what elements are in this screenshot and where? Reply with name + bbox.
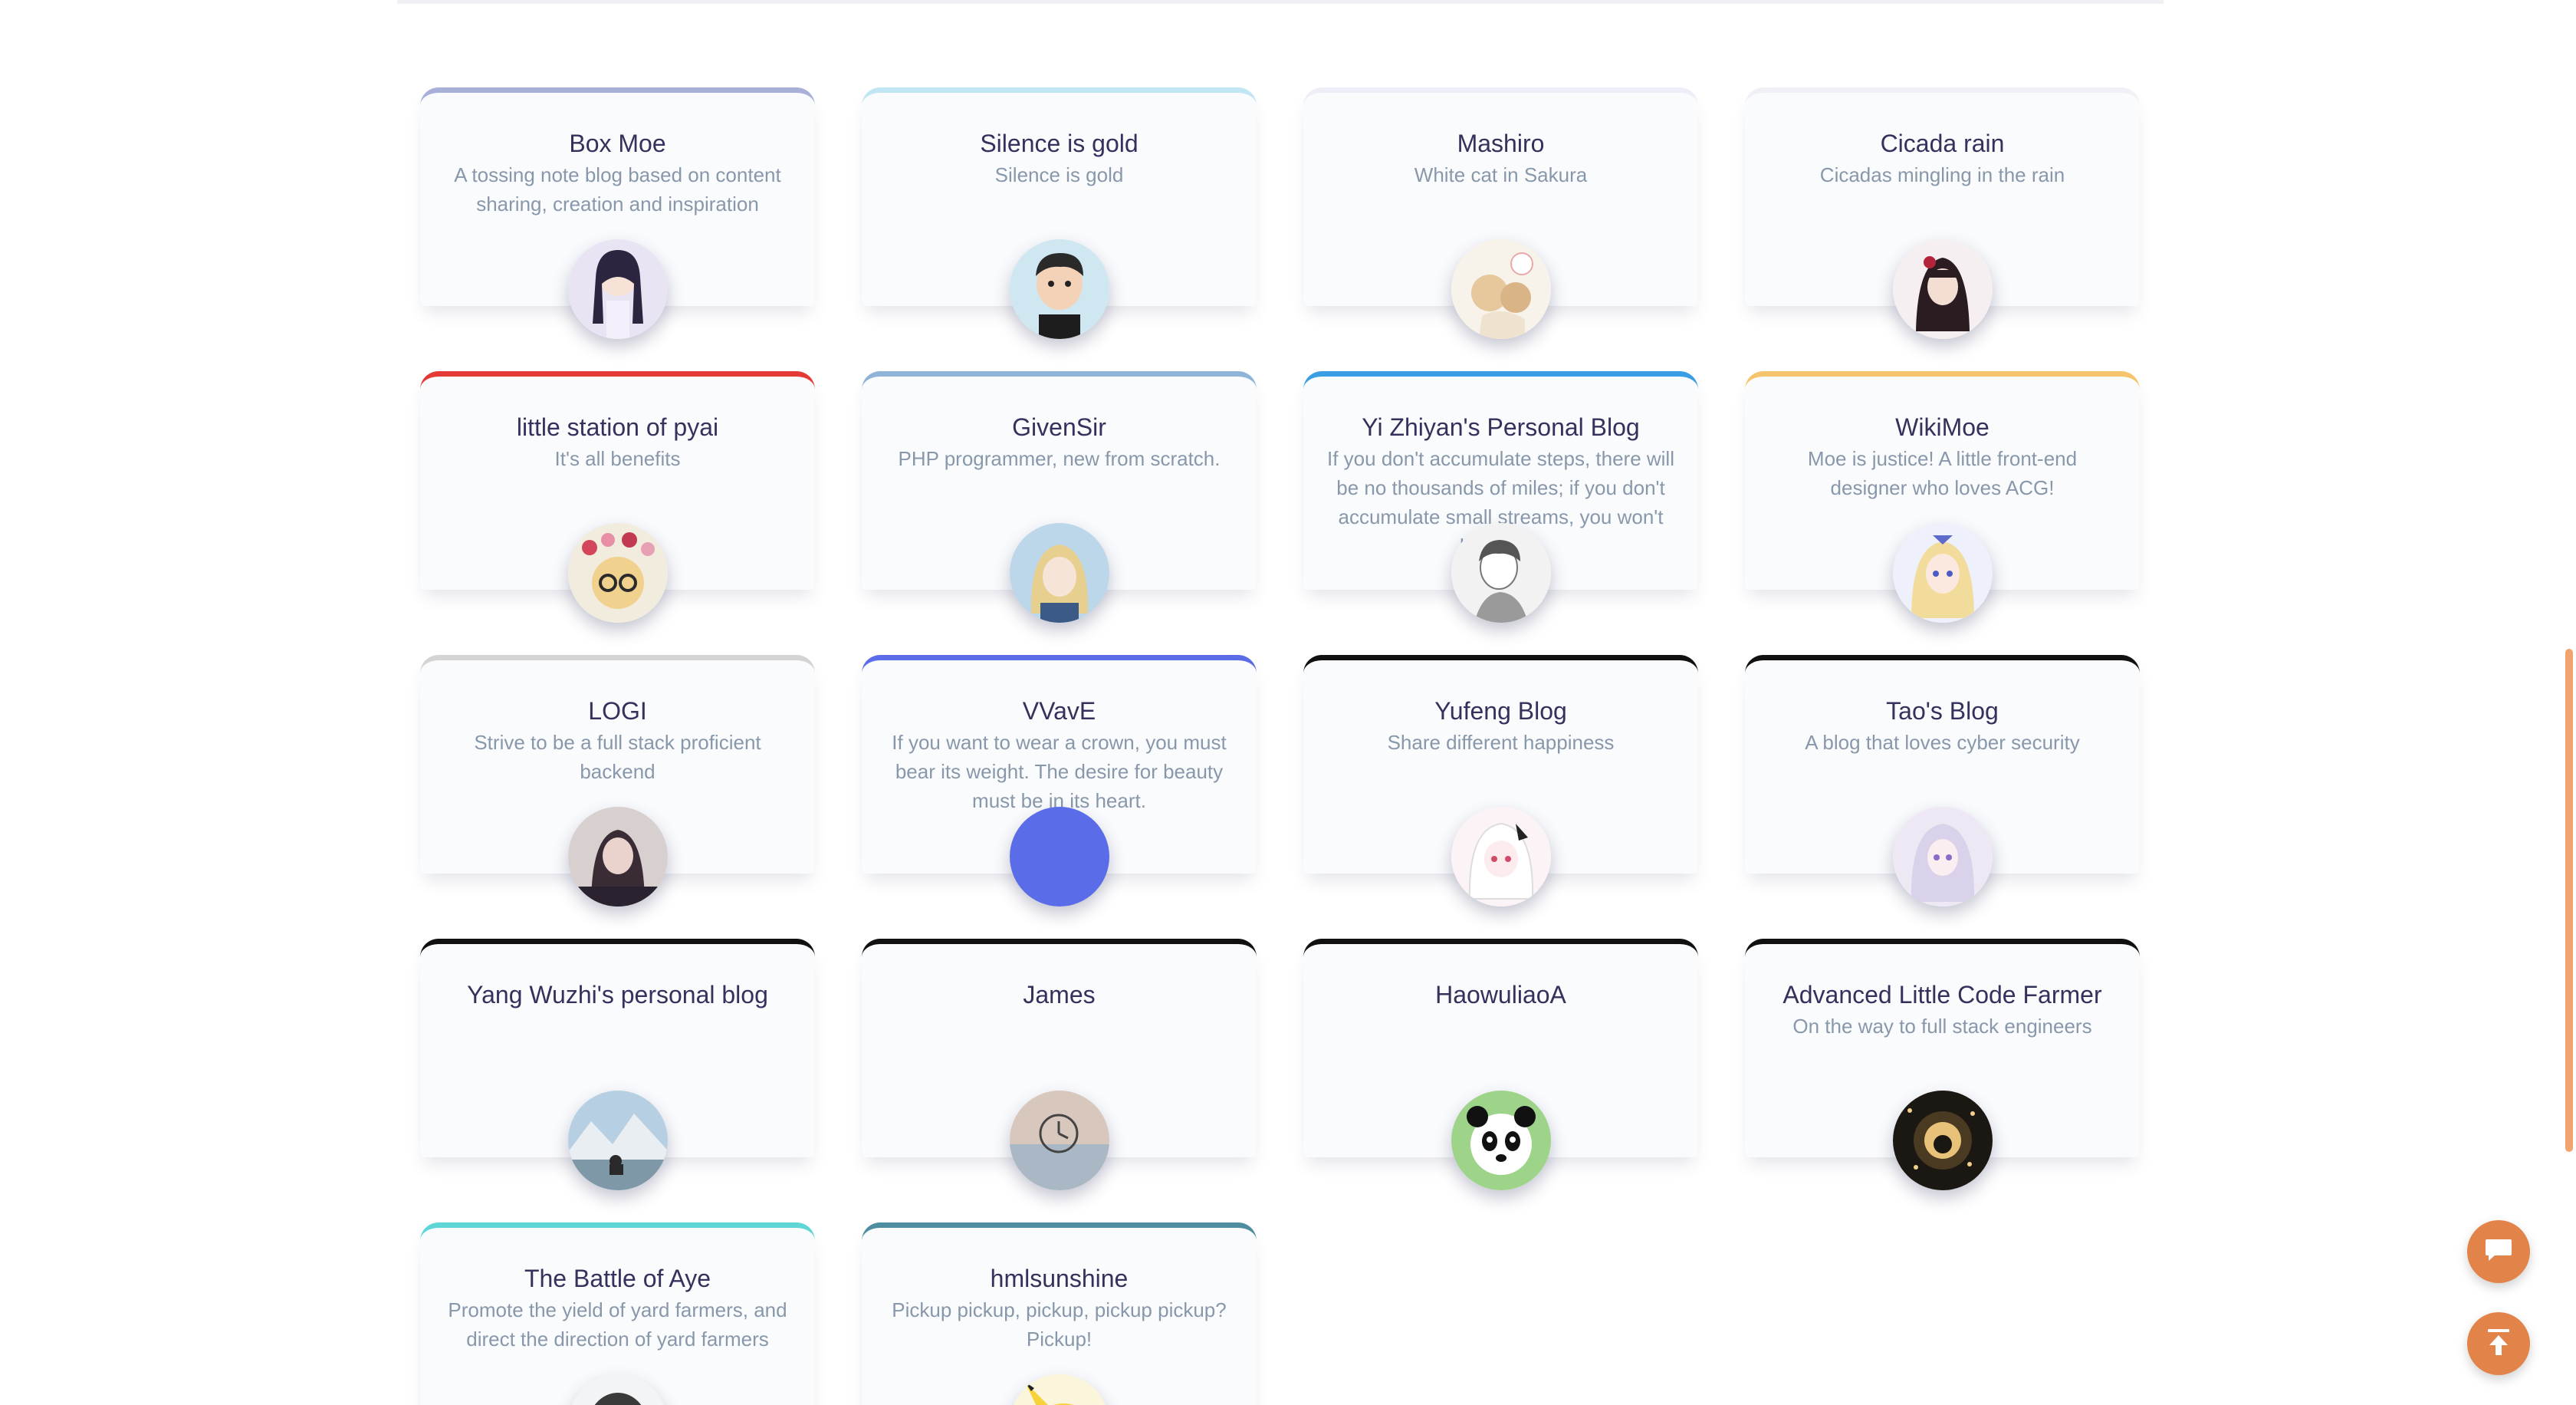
link-card-description: A blog that loves cyber security (1805, 731, 2080, 754)
link-card-yufeng-blog[interactable]: Yufeng Blog Share different happiness (1303, 655, 1698, 907)
links-page: Box Moe A tossing note blog based on cont… (0, 0, 2576, 1405)
link-card-description: Strive to be a full stack proficient bac… (474, 731, 761, 783)
link-card-yang-wuzhi-s-personal-blog[interactable]: Yang Wuzhi's personal blog (420, 939, 815, 1190)
link-card-little-station-of-pyai[interactable]: little station of pyai It's all benefits (420, 371, 815, 623)
link-card-title[interactable]: Mashiro (1303, 128, 1698, 159)
link-card-description: Cicadas mingling in the rain (1819, 163, 2065, 186)
link-card-yi-zhiyan-s-personal-blog[interactable]: Yi Zhiyan's Personal Blog If you don't ac… (1303, 371, 1698, 623)
link-card-description: Share different happiness (1387, 731, 1615, 754)
link-card-logi[interactable]: LOGI Strive to be a full stack proficient… (420, 655, 815, 907)
chat-button[interactable] (2467, 1220, 2530, 1283)
link-card-description: If you want to wear a crown, you must be… (892, 731, 1227, 812)
link-card-description: Silence is gold (994, 163, 1124, 186)
link-card-title[interactable]: Yang Wuzhi's personal blog (420, 979, 815, 1010)
link-card-title[interactable]: VVavE (862, 696, 1257, 726)
link-card-title[interactable]: Yufeng Blog (1303, 696, 1698, 726)
anime-silver-girl-avatar[interactable] (1892, 807, 1993, 907)
scrollbar[interactable] (2562, 0, 2576, 1405)
link-card-vvave[interactable]: VVavE If you want to wear a crown, you mu… (862, 655, 1257, 907)
panda-avatar[interactable] (1451, 1091, 1551, 1190)
back-to-top-button[interactable] (2467, 1312, 2530, 1375)
link-card-title[interactable]: GivenSir (862, 412, 1257, 443)
link-card-tao-s-blog[interactable]: Tao's Blog A blog that loves cyber securi… (1745, 655, 2140, 907)
link-card-title[interactable]: Silence is gold (862, 128, 1257, 159)
link-card-title[interactable]: Yi Zhiyan's Personal Blog (1303, 412, 1698, 443)
link-card-description: PHP programmer, new from scratch. (898, 447, 1221, 470)
link-card-title[interactable]: Tao's Blog (1745, 696, 2140, 726)
link-card-haowuliaoa[interactable]: HaowuliaoA (1303, 939, 1698, 1190)
anime-blonde-avatar[interactable] (1009, 523, 1109, 623)
link-card-title[interactable]: little station of pyai (420, 412, 815, 443)
cartoon-boy-avatar[interactable] (1009, 239, 1109, 339)
link-card-description: Moe is justice! A little front-end desig… (1807, 447, 2078, 499)
link-card-title[interactable]: HaowuliaoA (1303, 979, 1698, 1010)
link-card-title[interactable]: James (862, 979, 1257, 1010)
link-card-title[interactable]: Cicada rain (1745, 128, 2140, 159)
link-card-title[interactable]: Advanced Little Code Farmer (1745, 979, 2140, 1010)
anime-white-hair-avatar[interactable] (1451, 807, 1551, 907)
link-card-mashiro[interactable]: Mashiro White cat in Sakura (1303, 87, 1698, 339)
link-card-cicada-rain[interactable]: Cicada rain Cicadas mingling in the rain (1745, 87, 2140, 339)
link-card-the-battle-of-aye[interactable]: The Battle of Aye Promote the yield of ya… (420, 1222, 815, 1405)
link-card-wikimoe[interactable]: WikiMoe Moe is justice! A little front-en… (1745, 371, 2140, 623)
link-card-title[interactable]: The Battle of Aye (420, 1263, 815, 1294)
header-divider (397, 0, 2164, 4)
mountain-photo-avatar[interactable] (567, 1091, 668, 1190)
back-to-top-icon (2485, 1327, 2512, 1361)
penguin-avatar[interactable] (567, 1374, 668, 1405)
anime-girl-dark-avatar[interactable] (1892, 239, 1993, 339)
link-card-silence-is-gold[interactable]: Silence is gold Silence is gold (862, 87, 1257, 339)
sketch-boy-avatar[interactable] (1451, 523, 1551, 623)
link-card-description: It's all benefits (554, 447, 681, 470)
link-card-title[interactable]: Box Moe (420, 128, 815, 159)
link-card-givensir[interactable]: GivenSir PHP programmer, new from scratch… (862, 371, 1257, 623)
link-card-title[interactable]: WikiMoe (1745, 412, 2140, 443)
flower-dog-avatar[interactable] (567, 523, 668, 623)
link-card-title[interactable]: hmlsunshine (862, 1263, 1257, 1294)
blue-circle-avatar[interactable] (1009, 807, 1109, 907)
link-card-description: Pickup pickup, pickup, pickup pickup? Pi… (892, 1298, 1227, 1351)
watch-tattoo-avatar[interactable] (1009, 1091, 1109, 1190)
link-card-description: A tossing note blog based on content sha… (454, 163, 781, 216)
anime-cats-avatar[interactable] (1451, 239, 1551, 339)
link-card-description: White cat in Sakura (1414, 163, 1588, 186)
scrollbar-thumb[interactable] (2565, 649, 2573, 1152)
link-card-description: Promote the yield of yard farmers, and d… (448, 1298, 787, 1351)
link-card-description: On the way to full stack engineers (1792, 1015, 2092, 1038)
link-card-james[interactable]: James (862, 939, 1257, 1190)
anime-girl-avatar[interactable] (567, 239, 668, 339)
pikachu-avatar[interactable] (1009, 1374, 1109, 1405)
anime-blonde-girl-avatar[interactable] (1892, 523, 1993, 623)
photo-person-avatar[interactable] (567, 807, 668, 907)
friend-links-grid: Box Moe A tossing note blog based on cont… (420, 87, 2141, 1405)
link-card-advanced-little-code-farmer[interactable]: Advanced Little Code Farmer On the way to… (1745, 939, 2140, 1190)
link-card-hmlsunshine[interactable]: hmlsunshine Pickup pickup, pickup, pickup… (862, 1222, 1257, 1405)
link-card-box-moe[interactable]: Box Moe A tossing note blog based on cont… (420, 87, 815, 339)
link-card-title[interactable]: LOGI (420, 696, 815, 726)
chat-bubble-icon (2484, 1237, 2513, 1267)
sparkle-tunnel-avatar[interactable] (1892, 1091, 1993, 1190)
